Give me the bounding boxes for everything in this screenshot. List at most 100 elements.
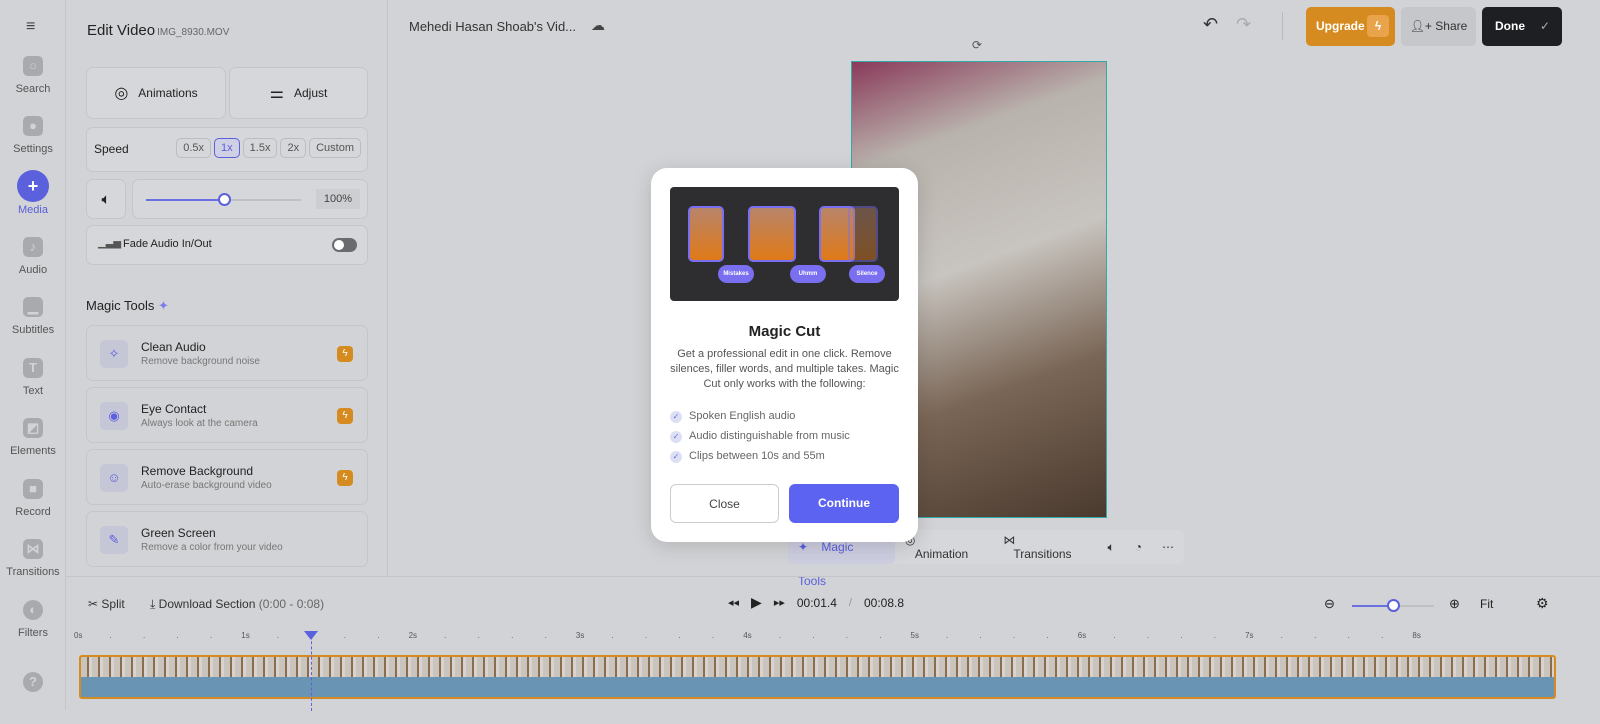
fit-button[interactable]: Fit <box>1480 597 1493 611</box>
ruler-dot: . <box>812 631 815 640</box>
rail-elements[interactable]: ◩ Elements <box>0 418 66 457</box>
rail-search[interactable]: ○ Search <box>0 56 66 95</box>
volume-value[interactable]: 100% <box>315 189 360 209</box>
ruler-dot: . <box>711 631 715 640</box>
check-icon: ✓ <box>670 451 682 463</box>
modal-description: Get a professional edit in one click. Re… <box>670 348 899 390</box>
rail-text[interactable]: T Text <box>0 358 66 397</box>
redo-icon[interactable]: ↷ <box>1236 14 1251 35</box>
rewind-icon[interactable]: ◂◂ <box>728 596 739 609</box>
transitions-label: Transitions <box>1013 547 1072 561</box>
continue-button[interactable]: Continue <box>789 484 899 523</box>
tool-remove-background[interactable]: ☺ Remove Background Auto-erase background … <box>86 449 368 505</box>
close-button[interactable]: Close <box>670 484 779 523</box>
tool-clean-audio[interactable]: ✧ Clean Audio Remove background noise ϟ <box>86 325 368 381</box>
speed-2x[interactable]: 2x <box>280 138 307 158</box>
ruler-dot: . <box>1280 631 1283 640</box>
settings-icon[interactable]: ⚙ <box>1536 595 1549 612</box>
ruler-dot: . <box>879 631 882 640</box>
video-clip-track[interactable] <box>79 655 1556 699</box>
record-icon: ■ <box>23 479 43 499</box>
volume-knob[interactable] <box>217 193 231 206</box>
rail-media[interactable]: + Media <box>0 170 66 216</box>
time-ruler[interactable]: 0s.... 1s.... 2s.... 3s.... 4s.... 5s.... 6s..… <box>66 631 1600 645</box>
ruler-tick: 7s <box>1245 631 1254 640</box>
undo-icon[interactable]: ↶ <box>1203 14 1218 35</box>
rail-audio[interactable]: ♪ Audio <box>0 237 66 276</box>
more-icon[interactable]: ⋯ <box>1152 540 1184 554</box>
playhead[interactable] <box>304 631 318 711</box>
bolt-icon: ϟ <box>337 470 353 486</box>
zoom-out-icon[interactable]: ⊖ <box>1324 596 1335 612</box>
zoom-knob[interactable] <box>1387 599 1400 612</box>
speed-label: Speed <box>94 142 129 156</box>
speed-1-5x[interactable]: 1.5x <box>242 138 278 158</box>
tool-green-screen[interactable]: ✎ Green Screen Remove a color from your vi… <box>86 511 368 567</box>
fade-toggle[interactable] <box>332 238 357 252</box>
rail-subtitles[interactable]: ▁ Subtitles <box>0 297 66 336</box>
ruler-tick: 2s <box>408 631 418 640</box>
ruler-dot: . <box>678 631 681 640</box>
speed-1x[interactable]: 1x <box>214 138 240 158</box>
bolt-icon: ϟ <box>1367 15 1389 37</box>
music-icon: ♪ <box>23 237 43 257</box>
speed-icon[interactable]: ◔ <box>1125 540 1152 554</box>
eye-icon: ◉ <box>100 402 128 430</box>
speed-0-5x[interactable]: 0.5x <box>176 138 212 158</box>
bolt-icon: ϟ <box>337 346 353 362</box>
ruler-dot: . <box>477 631 480 640</box>
left-rail: ≡ ○ Search ● Settings + Media ♪ Audio ▁ Subti… <box>0 0 66 710</box>
ruler-dot: . <box>176 631 179 640</box>
bolt-icon: ϟ <box>337 408 353 424</box>
animations-button[interactable]: ◎ Animations <box>86 67 226 119</box>
ruler-dot: . <box>778 631 781 640</box>
edit-panel: Edit Video IMG_8930.MOV ◎ Animations ⚌ Adju… <box>66 0 388 576</box>
play-icon[interactable]: ▶ <box>751 594 762 611</box>
magic-tools-heading: Magic Tools ✦ <box>86 298 169 314</box>
rail-record[interactable]: ■ Record <box>0 479 66 518</box>
ruler-dot: . <box>1013 631 1016 640</box>
rail-settings[interactable]: ● Settings <box>0 116 66 155</box>
tool-sub: Remove background noise <box>141 356 260 367</box>
zoom-slider[interactable] <box>1352 599 1434 612</box>
title-text: Edit Video <box>87 22 156 39</box>
zoom-in-icon[interactable]: ⊕ <box>1449 596 1460 612</box>
download-range: (0:00 - 0:08) <box>258 597 325 611</box>
download-section-button[interactable]: ⤓ Download Section (0:00 - 0:08) <box>150 597 324 612</box>
rail-filters[interactable]: ◐ Filters <box>0 600 66 639</box>
share-label: Share <box>1435 19 1468 33</box>
rotate-icon[interactable]: ⟳ <box>972 38 982 52</box>
requirement-text: Clips between 10s and 55m <box>689 450 825 462</box>
menu-icon[interactable]: ≡ <box>26 18 35 36</box>
split-button[interactable]: ✂ Split <box>88 597 125 611</box>
clip-frames <box>81 657 1554 677</box>
speed-card: Speed 0.5x 1x 1.5x 2x Custom <box>86 127 368 172</box>
done-button[interactable]: Done ✓ <box>1482 7 1562 46</box>
rail-transitions[interactable]: ⋈ Transitions <box>0 539 66 578</box>
elements-icon: ◩ <box>23 418 43 438</box>
ruler-dot: . <box>611 631 614 640</box>
time-separator: / <box>848 596 852 609</box>
clip-thumb <box>748 206 796 262</box>
mute-button[interactable]: 🔈︎ <box>86 179 126 219</box>
upgrade-button[interactable]: Upgrade ϟ <box>1306 7 1395 46</box>
rail-label: Settings <box>13 143 53 155</box>
search-icon: ○ <box>23 56 43 76</box>
transitions-button[interactable]: ⋈ Transitions <box>993 533 1097 561</box>
volume-icon[interactable]: 🔈︎ <box>1098 540 1125 555</box>
ruler-tick: 1s <box>241 631 250 640</box>
rail-label: Audio <box>18 264 48 276</box>
ruler-tick: 3s <box>575 631 585 640</box>
tool-eye-contact[interactable]: ◉ Eye Contact Always look at the camera ϟ <box>86 387 368 443</box>
divider <box>1282 12 1283 40</box>
speed-custom[interactable]: Custom <box>309 138 361 158</box>
adjust-button[interactable]: ⚌ Adjust <box>229 67 368 119</box>
ruler-dot: . <box>1180 631 1183 640</box>
share-button[interactable]: 👤︎+ Share <box>1401 7 1476 46</box>
volume-slider[interactable] <box>146 193 301 206</box>
help-button[interactable]: ? <box>0 672 66 699</box>
forward-icon[interactable]: ▸▸ <box>774 596 785 609</box>
project-title[interactable]: Mehedi Hasan Shoab's Vid... <box>409 19 576 34</box>
transitions-icon: ⋈ <box>23 539 43 559</box>
tool-title: Clean Audio <box>141 340 206 354</box>
